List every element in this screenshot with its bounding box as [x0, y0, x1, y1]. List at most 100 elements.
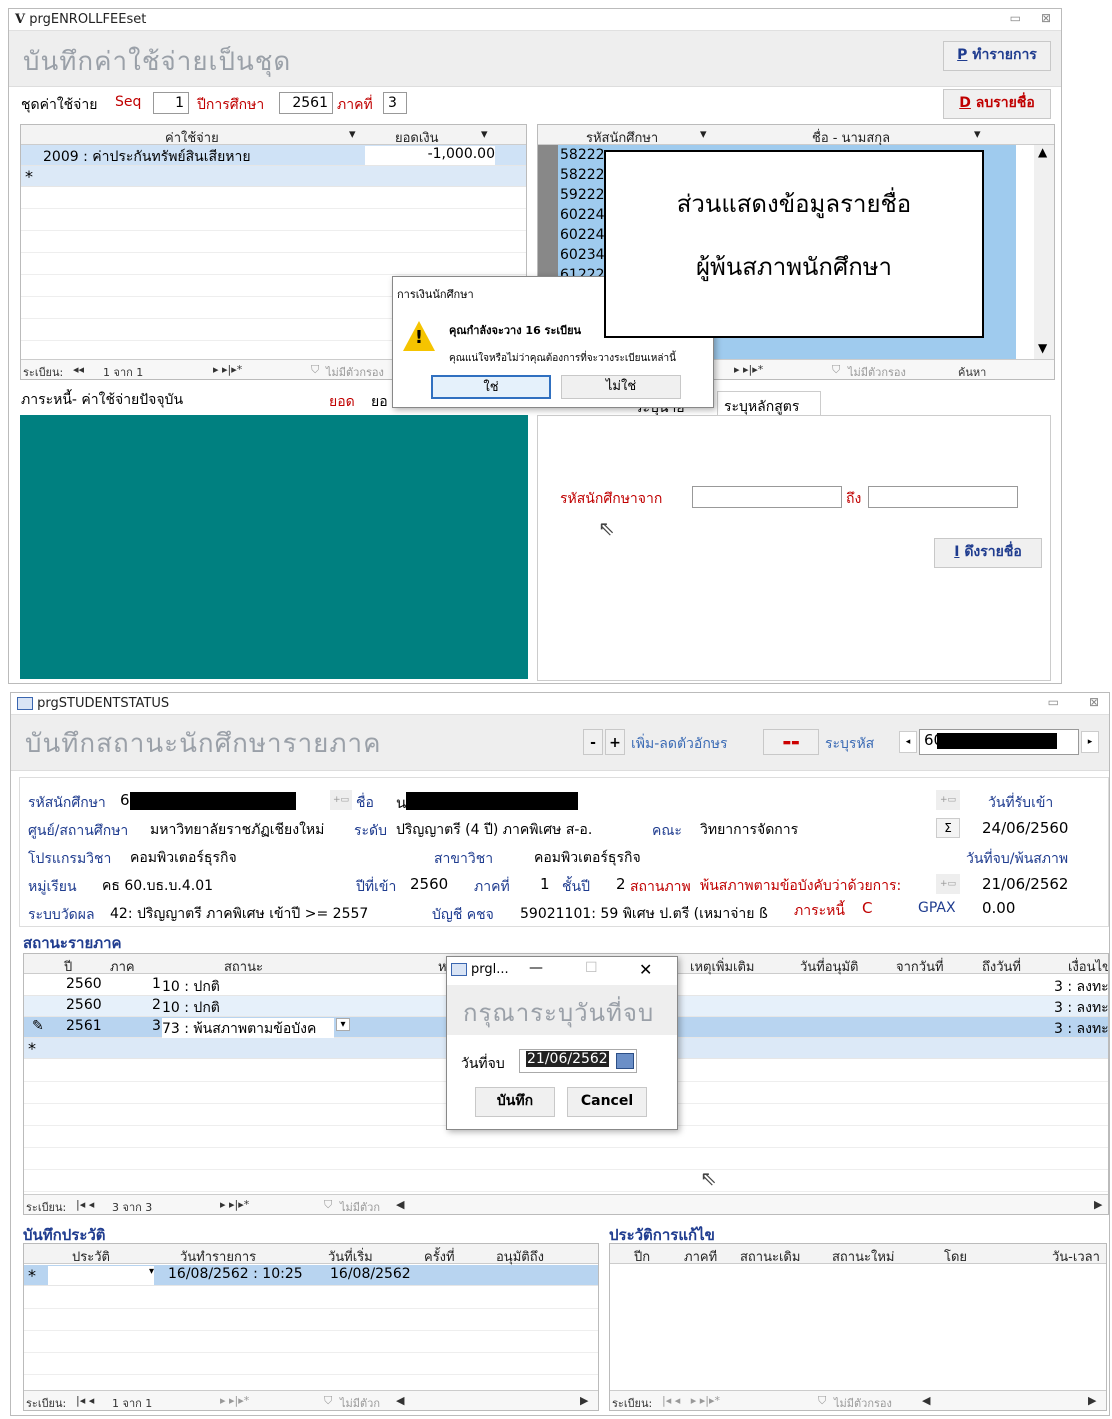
- grading-value[interactable]: 42: ปริญญาตรี ภาคพิเศษ เข้าปี >= 2557: [110, 903, 368, 925]
- col-year[interactable]: ปี: [64, 956, 72, 977]
- col-term[interactable]: ภาค: [110, 956, 135, 977]
- filter-status[interactable]: ไม่มีตัวก: [340, 1198, 380, 1214]
- next-id-button[interactable]: ▸: [1081, 731, 1099, 753]
- class-value[interactable]: 2: [616, 875, 626, 893]
- fetch-names-button[interactable]: I ดึงรายชื่อ: [934, 538, 1042, 568]
- term-input[interactable]: 3: [383, 92, 407, 114]
- save-button[interactable]: บันทึก: [475, 1087, 555, 1117]
- end-date-input[interactable]: 21/06/2562: [519, 1049, 637, 1073]
- process-button[interactable]: P ทำรายการ: [943, 41, 1051, 71]
- col-approve-date[interactable]: วันที่อนุมัติ: [800, 956, 858, 977]
- student-id-row[interactable]: 59222: [560, 187, 605, 203]
- group-value[interactable]: คธ 60.บธ.บ.4.01: [102, 875, 213, 897]
- seq-input[interactable]: 1: [153, 92, 189, 114]
- scroll-left-icon[interactable]: ◀: [396, 1198, 404, 1211]
- status-term[interactable]: 3: [152, 1018, 161, 1034]
- gpax-value[interactable]: 0.00: [982, 899, 1015, 917]
- history-created[interactable]: 16/08/2562 : 10:25: [168, 1266, 303, 1282]
- next-record-icon[interactable]: ▸ ▸|▸*: [213, 363, 242, 376]
- filter-status[interactable]: ไม่มีตัวกรอง: [326, 363, 384, 379]
- student-id-value[interactable]: 6: [120, 791, 130, 809]
- filter-status[interactable]: ไม่มีตัวก: [340, 1394, 380, 1410]
- next-record-icon[interactable]: ▸ ▸|▸*: [220, 1198, 249, 1211]
- tab-course[interactable]: ระบุหลักสูตร: [717, 391, 821, 417]
- status-term[interactable]: 1: [152, 976, 161, 992]
- status-year[interactable]: 2560: [66, 997, 102, 1013]
- id-from-input[interactable]: [692, 486, 842, 508]
- status-value[interactable]: 10 : ปกติ: [162, 997, 220, 1019]
- major-value[interactable]: คอมพิวเตอร์ธุรกิจ: [534, 847, 641, 869]
- status-year[interactable]: 2560: [66, 976, 102, 992]
- col-old-status[interactable]: สถานะเดิม: [740, 1246, 800, 1267]
- prev-record-icon[interactable]: |◂ ◂: [76, 1198, 94, 1211]
- entry-year-value[interactable]: 2560: [410, 875, 448, 893]
- student-id-row[interactable]: 60234: [560, 247, 605, 263]
- prev-record-icon[interactable]: |◂ ◂: [76, 1394, 94, 1407]
- scroll-left-icon[interactable]: ◀: [922, 1394, 930, 1407]
- scroll-right-icon[interactable]: ▶: [1088, 1394, 1096, 1407]
- scroll-up-icon[interactable]: ▲: [1038, 145, 1047, 159]
- close-button[interactable]: ✕: [639, 960, 652, 979]
- status-value[interactable]: 10 : ปกติ: [162, 976, 220, 998]
- status-year[interactable]: 2561: [66, 1018, 102, 1034]
- chevron-down-icon[interactable]: ▾: [974, 127, 981, 142]
- minimize-button[interactable]: —: [529, 960, 543, 976]
- filter-icon[interactable]: ⛉: [324, 1394, 332, 1408]
- chevron-down-icon[interactable]: ▾: [349, 127, 356, 142]
- expand-icon[interactable]: +▭: [330, 790, 352, 810]
- close-button[interactable]: ⊠: [1089, 695, 1099, 709]
- chevron-down-icon[interactable]: ▾: [481, 127, 488, 142]
- debt-value[interactable]: C: [862, 899, 872, 917]
- history-start[interactable]: 16/08/2562: [330, 1266, 411, 1282]
- filter-status[interactable]: ไม่มีตัวกรอง: [834, 1394, 892, 1410]
- col-datetime[interactable]: วัน-เวลา: [1052, 1246, 1100, 1267]
- filter-status[interactable]: ไม่มีตัวกรอง: [848, 363, 906, 379]
- fee-new-row[interactable]: *: [21, 166, 526, 187]
- end-date-value[interactable]: 21/06/2562: [982, 875, 1068, 893]
- record-position[interactable]: 1 จาก 1: [103, 363, 143, 379]
- search-box[interactable]: ค้นหา: [958, 363, 986, 379]
- faculty-value[interactable]: วิทยาการจัดการ: [700, 819, 798, 841]
- entry-term-value[interactable]: 1: [540, 875, 550, 893]
- decrease-font-button[interactable]: -: [583, 729, 603, 755]
- name-value[interactable]: น: [396, 791, 406, 815]
- status-condition[interactable]: 3 : ลงทะ: [1054, 1018, 1108, 1040]
- filter-icon[interactable]: ⛉: [311, 363, 319, 377]
- sum-icon[interactable]: Σ: [936, 818, 960, 838]
- col-by[interactable]: โดย: [944, 1246, 967, 1267]
- prev-id-button[interactable]: ◂: [899, 731, 917, 753]
- student-id-row[interactable]: 60224: [560, 227, 605, 243]
- record-position[interactable]: 1 จาก 1: [112, 1394, 152, 1410]
- col-from-date[interactable]: จากวันที่: [896, 956, 944, 977]
- vertical-scrollbar[interactable]: ▲ ▼: [1034, 145, 1054, 359]
- filter-icon[interactable]: ⛉: [818, 1394, 826, 1408]
- chevron-down-icon[interactable]: ▾: [700, 127, 707, 142]
- level-value[interactable]: ปริญญาตรี (4 ปี) ภาคพิเศษ ส-อ.: [396, 819, 592, 841]
- status-dropdown-chevron[interactable]: ▾: [336, 1018, 350, 1031]
- col-condition[interactable]: เงื่อนไข: [1068, 956, 1108, 977]
- cancel-button[interactable]: Cancel: [567, 1087, 647, 1117]
- next-record-icon[interactable]: ▸ ▸|▸*: [220, 1394, 249, 1407]
- col-to-date[interactable]: ถึงวันที่: [982, 956, 1021, 977]
- minimize-button[interactable]: ▭: [1048, 695, 1059, 709]
- status-condition[interactable]: 3 : ลงทะ: [1054, 997, 1108, 1019]
- close-button[interactable]: ⊠: [1041, 11, 1051, 25]
- id-to-input[interactable]: [868, 486, 1018, 508]
- increase-font-button[interactable]: +: [605, 729, 625, 755]
- filter-icon[interactable]: ⛉: [324, 1198, 332, 1212]
- scroll-left-icon[interactable]: ◀: [396, 1394, 404, 1407]
- yes-button[interactable]: ใช่: [431, 375, 551, 399]
- year-input[interactable]: 2561: [279, 92, 333, 114]
- history-new-row[interactable]: * ▾ 16/08/2562 : 10:25 16/08/2562: [24, 1265, 598, 1286]
- expand-icon[interactable]: +▭: [936, 874, 960, 894]
- col-history[interactable]: ประวัติ: [72, 1246, 110, 1267]
- fee-item[interactable]: 2009 : ค่าประกันทรัพย์สินเสียหาย: [43, 146, 251, 168]
- scroll-right-icon[interactable]: ▶: [1094, 1198, 1102, 1211]
- next-record-icon[interactable]: ▸ ▸|▸*: [734, 363, 763, 376]
- expand-icon[interactable]: +▭: [936, 790, 960, 810]
- student-id-row[interactable]: 60224: [560, 207, 605, 223]
- account-value[interactable]: 59021101: 59 พิเศษ ป.ตรี (เหมาจ่าย ß: [520, 903, 790, 925]
- maximize-button[interactable]: ☐: [585, 960, 598, 976]
- scroll-down-icon[interactable]: ▼: [1038, 341, 1047, 355]
- col-created[interactable]: วันทำรายการ: [180, 1246, 256, 1267]
